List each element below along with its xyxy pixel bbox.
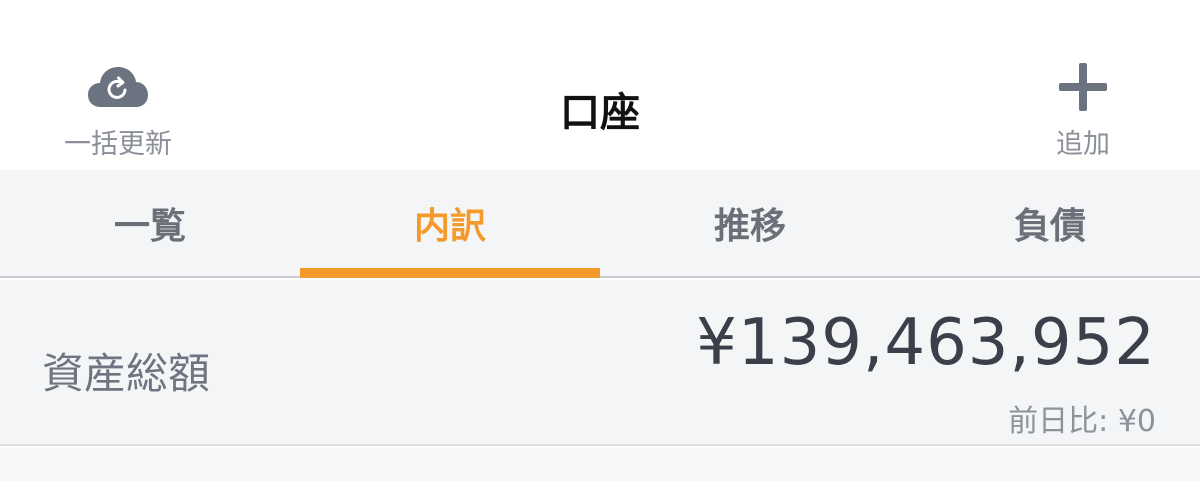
tab-list[interactable]: 一覧 (0, 170, 300, 276)
tab-liabilities[interactable]: 負債 (900, 170, 1200, 276)
page-title: 口座 (560, 90, 640, 136)
tab-bar: 一覧 内訳 推移 負債 (0, 170, 1200, 278)
tab-breakdown[interactable]: 内訳 (300, 170, 600, 276)
active-tab-indicator (300, 268, 600, 278)
total-assets-label: 資産総額 (42, 349, 211, 398)
day-over-day-diff: 前日比: ¥0 (1008, 404, 1156, 439)
content-area (0, 448, 1200, 481)
app-header: 一括更新 口座 追加 (0, 0, 1200, 170)
total-assets-panel: 資産総額 ¥139,463,952 前日比: ¥0 (0, 280, 1200, 446)
tab-trend[interactable]: 推移 (600, 170, 900, 276)
total-assets-value: ¥139,463,952 (696, 306, 1156, 380)
plus-icon (1058, 62, 1108, 112)
add-button[interactable]: 追加 (1042, 62, 1124, 161)
add-label: 追加 (1056, 129, 1110, 160)
